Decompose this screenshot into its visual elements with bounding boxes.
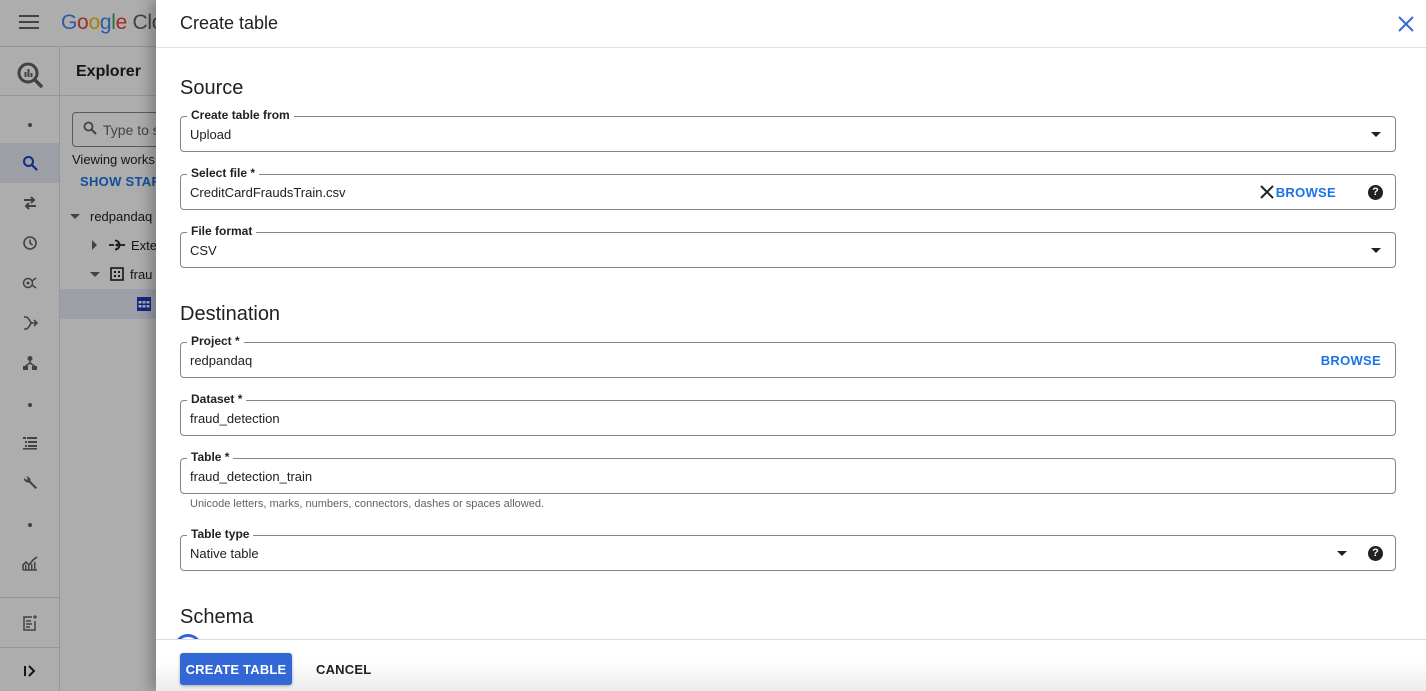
field-value: fraud_detection_train (190, 469, 313, 484)
field-label: Select file * (187, 166, 260, 180)
table-name-input[interactable]: Table * fraud_detection_train (180, 450, 1396, 494)
dropdown-arrow-icon[interactable] (1371, 132, 1381, 137)
close-icon[interactable] (1394, 12, 1418, 36)
field-label: Create table from (187, 108, 294, 122)
app-root: Google Clo Explorer Type to se Viewing w… (0, 0, 1426, 691)
dropdown-arrow-icon[interactable] (1371, 248, 1381, 253)
field-label: Dataset * (187, 392, 247, 406)
create-table-panel: Create table Source Create table from Up… (156, 0, 1426, 691)
help-icon[interactable]: ? (1368, 185, 1383, 200)
clear-icon[interactable] (1259, 184, 1275, 200)
section-title-schema: Schema (180, 606, 254, 628)
field-label: Table type (187, 527, 254, 541)
field-value: CreditCardFraudsTrain.csv (190, 185, 346, 200)
create-table-from-select[interactable]: Create table from Upload (180, 108, 1396, 152)
section-title-destination: Destination (180, 303, 281, 325)
field-value: fraud_detection (190, 411, 280, 426)
panel-footer: CREATE TABLE CANCEL (156, 639, 1426, 691)
field-value: redpandaq (190, 353, 253, 368)
dataset-field[interactable]: Dataset * fraud_detection (180, 392, 1396, 436)
panel-header: Create table (156, 0, 1426, 48)
field-label: Project * (187, 334, 244, 348)
field-label: File format (187, 224, 257, 238)
browse-file-button[interactable]: BROWSE (1276, 185, 1336, 200)
cancel-button[interactable]: CANCEL (306, 653, 381, 685)
create-table-button[interactable]: CREATE TABLE (180, 653, 292, 685)
field-value: CSV (190, 243, 217, 258)
dropdown-arrow-icon[interactable] (1337, 551, 1347, 556)
help-icon[interactable]: ? (1368, 546, 1383, 561)
field-value: Native table (190, 546, 259, 561)
select-file-field[interactable]: Select file * CreditCardFraudsTrain.csv … (180, 166, 1396, 210)
section-title-source: Source (180, 77, 244, 99)
field-label: Table * (187, 450, 234, 464)
panel-title: Create table (180, 13, 279, 33)
project-field[interactable]: Project * redpandaq BROWSE (180, 334, 1396, 378)
file-format-select[interactable]: File format CSV (180, 224, 1396, 268)
browse-project-button[interactable]: BROWSE (1321, 353, 1381, 368)
field-value: Upload (190, 127, 232, 142)
table-name-hint: Unicode letters, marks, numbers, connect… (190, 498, 544, 510)
modal-scrim[interactable] (0, 0, 156, 691)
table-type-select[interactable]: Table type Native table ? (180, 527, 1396, 571)
